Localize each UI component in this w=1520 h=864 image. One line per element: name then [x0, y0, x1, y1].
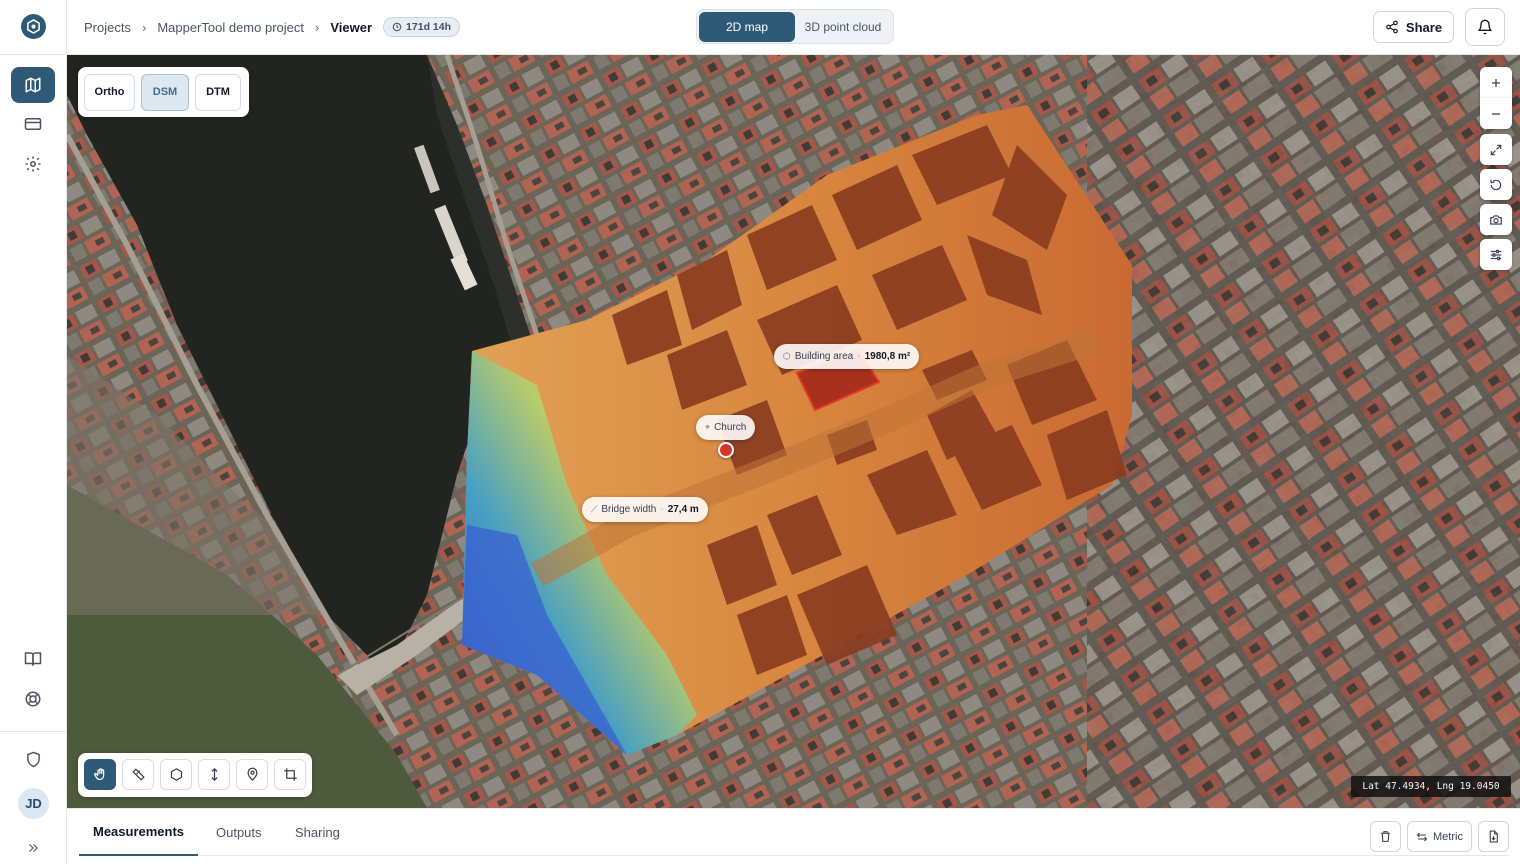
breadcrumb-current: Viewer: [330, 19, 373, 35]
building-area-label[interactable]: ⬡ Building area · 1980,8 m²: [774, 344, 920, 369]
shield-icon: [26, 751, 40, 767]
share-label: Share: [1405, 19, 1443, 35]
logo-icon[interactable]: [21, 14, 46, 39]
layer-dtm-button[interactable]: DTM: [195, 73, 241, 111]
bridge-width-name: Bridge width: [601, 504, 657, 515]
sidebar: JD: [0, 0, 67, 864]
trash-icon: [1381, 831, 1390, 842]
distance-tool-button[interactable]: [122, 759, 154, 790]
zoom-in-icon: [1492, 78, 1500, 87]
area-tool-button[interactable]: [160, 759, 192, 790]
share-button[interactable]: Share: [1373, 11, 1454, 43]
crop-tool-button[interactable]: [274, 759, 306, 790]
breadcrumb: Projects › MapperTool demo project › Vie…: [84, 0, 460, 54]
reset-icon: [1490, 179, 1502, 190]
point-tool-button[interactable]: [236, 759, 268, 790]
tab-sharing[interactable]: Sharing: [295, 809, 340, 856]
coordinates-readout: Lat 47.4934, Lng 19.0450: [1351, 776, 1511, 797]
swap-icon: [1416, 832, 1428, 841]
avatar[interactable]: JD: [18, 788, 49, 819]
map-icon: [25, 77, 41, 93]
bottom-panel: Measurements Outputs Sharing Metric: [67, 808, 1520, 864]
separator-dot: ·: [857, 351, 861, 362]
file-export-icon: [1489, 830, 1498, 843]
building-area-value: 1980,8 m²: [864, 351, 911, 362]
sidebar-item-security[interactable]: [11, 741, 55, 777]
pan-tool-button[interactable]: [84, 759, 116, 790]
chevron-right-icon: ›: [141, 19, 147, 35]
measure-toolbar: [78, 753, 312, 797]
view-toggle: 2D map 3D point cloud: [696, 9, 894, 44]
sidebar-divider: [0, 731, 66, 732]
church-name: Church: [714, 422, 747, 433]
polygon-icon: ⬡: [783, 351, 791, 361]
reset-view-button[interactable]: [1480, 169, 1512, 200]
tab-3d-point-cloud[interactable]: 3D point cloud: [795, 12, 891, 42]
hand-icon: [93, 768, 104, 781]
layer-selector: Ortho DSM DTM: [78, 67, 249, 117]
sidebar-expand-button[interactable]: [11, 830, 55, 864]
app: JD Projects › MapperTool demo project › …: [0, 0, 1520, 864]
sidebar-divider: [0, 54, 66, 55]
bell-icon: [1478, 19, 1492, 35]
chevron-right-icon: ›: [315, 19, 320, 35]
tab-measurements[interactable]: Measurements: [79, 809, 199, 856]
expand-icon: [29, 844, 38, 852]
sidebar-item-help[interactable]: [11, 681, 55, 717]
clock-icon: [392, 22, 402, 32]
pin-icon: [246, 767, 258, 781]
units-label: Metric: [1433, 830, 1463, 843]
book-icon: [24, 652, 42, 666]
sidebar-item-docs[interactable]: [11, 641, 55, 677]
tab-divider: [79, 855, 1509, 856]
map-view[interactable]: Ortho DSM DTM ⬡ Building area · 1980,8 m…: [67, 55, 1520, 808]
card-icon: [24, 118, 42, 130]
height-tool-button[interactable]: [198, 759, 230, 790]
share-icon: [1386, 20, 1398, 34]
notifications-button[interactable]: [1465, 8, 1505, 46]
building-area-name: Building area: [794, 351, 854, 362]
topbar: Projects › MapperTool demo project › Vie…: [67, 0, 1520, 55]
map-canvas: [67, 55, 1520, 808]
sliders-icon: [1490, 249, 1502, 260]
settings-icon: [25, 156, 41, 172]
ruler-icon: ⟋: [591, 504, 598, 514]
height-icon: [211, 767, 217, 782]
church-label[interactable]: ⌖ Church: [696, 415, 756, 440]
bridge-width-label[interactable]: ⟋ Bridge width · 27,4 m: [582, 497, 708, 522]
polygon-icon: [170, 768, 182, 781]
zoom-out-icon: [1492, 112, 1500, 115]
pin-icon: ⌖: [705, 422, 711, 432]
zoom-in-button[interactable]: [1480, 67, 1512, 98]
breadcrumb-project[interactable]: MapperTool demo project: [157, 20, 304, 35]
layer-dsm-button[interactable]: DSM: [141, 73, 189, 111]
crop-icon: [283, 768, 297, 781]
layer-ortho-button[interactable]: Ortho: [84, 73, 135, 111]
breadcrumb-projects[interactable]: Projects: [84, 20, 131, 35]
zoom-out-button[interactable]: [1480, 98, 1512, 129]
display-settings-button[interactable]: [1480, 239, 1512, 270]
camera-icon: [1490, 214, 1502, 225]
church-marker[interactable]: [718, 442, 734, 458]
delete-button[interactable]: [1370, 821, 1401, 852]
export-button[interactable]: [1478, 821, 1509, 852]
tab-2d-map[interactable]: 2D map: [699, 11, 795, 42]
help-icon: [25, 691, 41, 707]
units-button[interactable]: Metric: [1407, 821, 1472, 852]
time-badge: 171d 14h: [383, 17, 460, 37]
sidebar-item-map[interactable]: [11, 67, 55, 103]
sidebar-item-billing[interactable]: [11, 106, 55, 142]
ruler-icon: [131, 768, 145, 781]
separator-dot: ·: [660, 504, 664, 515]
tab-outputs[interactable]: Outputs: [216, 809, 262, 856]
fullscreen-button[interactable]: [1480, 134, 1512, 165]
time-badge-text: 171d 14h: [406, 21, 451, 33]
bridge-width-value: 27,4 m: [667, 504, 699, 515]
screenshot-button[interactable]: [1480, 204, 1512, 235]
sidebar-item-settings[interactable]: [11, 146, 55, 182]
fullscreen-icon: [1490, 144, 1502, 155]
